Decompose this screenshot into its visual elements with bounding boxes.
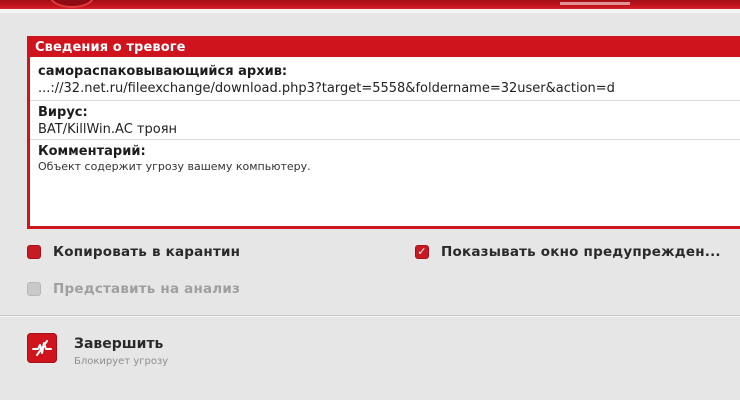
quarantine-label: Копировать в карантин bbox=[53, 244, 241, 260]
title-bar-cropped-text bbox=[560, 0, 630, 5]
show-warning-checkbox[interactable]: ✓ bbox=[415, 245, 429, 259]
title-separator bbox=[0, 9, 740, 13]
submit-checkbox[interactable] bbox=[27, 282, 41, 296]
alert-window: Сведения о тревоге самораспаковывающийся… bbox=[0, 0, 740, 400]
divider-highlight bbox=[0, 316, 740, 317]
quarantine-checkbox[interactable] bbox=[27, 245, 41, 259]
object-field: самораспаковывающийся архив: ...://32.ne… bbox=[30, 57, 740, 101]
submit-option[interactable]: Представить на анализ bbox=[27, 281, 240, 297]
terminate-icon[interactable] bbox=[27, 333, 57, 363]
show-warning-label: Показывать окно предупрежден... bbox=[441, 244, 721, 260]
alert-details-header: Сведения о тревоге bbox=[30, 39, 740, 57]
virus-label: Вирус: bbox=[38, 105, 88, 120]
terminate-action[interactable]: Завершить Блокирует угрозу bbox=[27, 333, 168, 369]
alert-details-panel: Сведения о тревоге самораспаковывающийся… bbox=[27, 36, 740, 229]
show-warning-option[interactable]: ✓ Показывать окно предупрежден... bbox=[415, 244, 721, 260]
submit-label: Представить на анализ bbox=[53, 281, 241, 297]
title-bar bbox=[0, 0, 740, 9]
comment-value: Объект содержит угрозу вашему компьютеру… bbox=[38, 160, 311, 173]
virus-value: BAT/KillWin.AC троян bbox=[38, 122, 178, 137]
terminate-title[interactable]: Завершить bbox=[74, 333, 168, 355]
terminate-text: Завершить Блокирует угрозу bbox=[74, 333, 168, 369]
comment-field: Комментарий: Объект содержит угрозу ваше… bbox=[30, 140, 740, 173]
terminate-subtitle: Блокирует угрозу bbox=[74, 356, 169, 367]
virus-field: Вирус: BAT/KillWin.AC троян bbox=[30, 101, 740, 140]
app-logo-icon bbox=[50, 0, 94, 8]
comment-label: Комментарий: bbox=[38, 144, 146, 159]
object-value: ...://32.net.ru/fileexchange/download.ph… bbox=[38, 81, 615, 96]
quarantine-option[interactable]: Копировать в карантин bbox=[27, 244, 240, 260]
object-label: самораспаковывающийся архив: bbox=[38, 64, 288, 79]
